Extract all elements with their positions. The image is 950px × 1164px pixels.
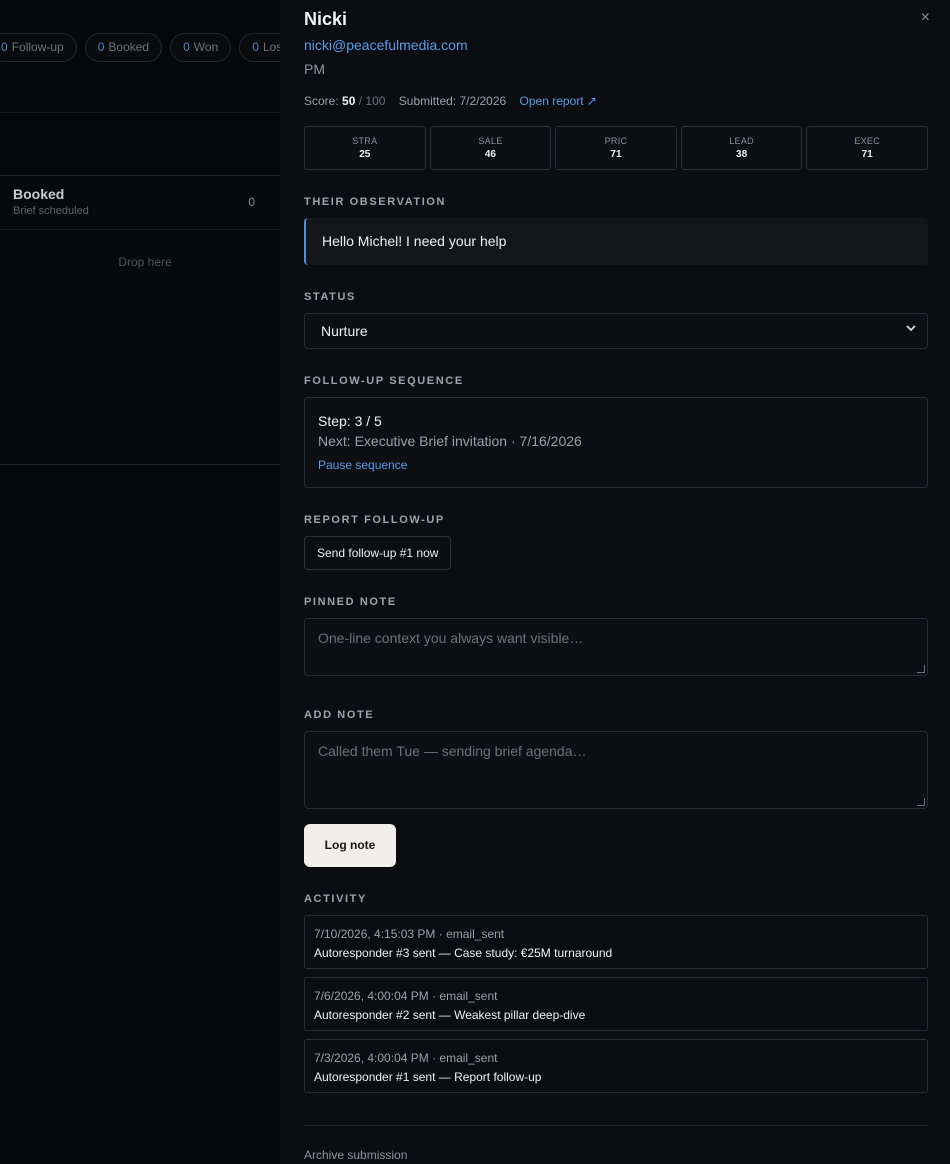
kanban-board: 0 Follow-up 0 Booked 0 Won 0 Los Booked Brie… [0, 0, 280, 1164]
pillar-score-stra: STRA 25 [304, 126, 426, 170]
submitted-date: Submitted: 7/2/2026 [398, 94, 507, 108]
column-header: Booked Brief scheduled 0 [0, 176, 280, 230]
activity-heading: ACTIVITY [304, 893, 367, 905]
submission-drawer: × Nicki nicki@peacefulmedia.com PM Score… [280, 0, 950, 1164]
column-count: 0 [248, 195, 255, 209]
pill-lost[interactable]: 0 Los [239, 33, 280, 62]
pill-follow-up[interactable]: 0 Follow-up [0, 33, 77, 62]
sequence-heading: FOLLOW-UP SEQUENCE [304, 375, 464, 387]
observation-heading: THEIR OBSERVATION [304, 196, 447, 208]
pillar-score-exec: EXEC 71 [806, 126, 928, 170]
pillar-scores: STRA 25 SALE 46 PRIC 71 LEAD 38 EXEC 71 [304, 126, 928, 170]
pillar-score-pric: PRIC 71 [555, 126, 677, 170]
status-heading: STATUS [304, 291, 356, 303]
column-subtitle: Brief scheduled [13, 205, 89, 217]
log-note-button[interactable]: Log note [304, 824, 396, 867]
drop-zone[interactable]: Drop here [0, 255, 280, 269]
footer-divider [304, 1125, 928, 1126]
add-note-heading: ADD NOTE [304, 709, 375, 721]
board-divider [0, 112, 280, 113]
observation-text: Hello Michel! I need your help [304, 218, 928, 265]
chevron-down-icon [905, 322, 917, 337]
score-value: 50 [342, 94, 356, 108]
activity-item: 7/10/2026, 4:15:03 PM · email_sent Autor… [304, 915, 928, 969]
column-booked: Booked Brief scheduled 0 Drop here [0, 175, 280, 465]
pill-booked[interactable]: 0 Booked [84, 33, 163, 62]
activity-item: 7/6/2026, 4:00:04 PM · email_sent Autore… [304, 977, 928, 1031]
pillar-score-sale: SALE 46 [429, 126, 552, 170]
resize-grip-icon[interactable] [917, 798, 925, 806]
add-note-input[interactable]: Called them Tue — sending brief agenda… [304, 731, 928, 809]
pinned-note-input[interactable]: One-line context you always want visible… [304, 618, 928, 676]
resize-grip-icon[interactable] [917, 665, 925, 673]
pillar-score-lead: LEAD 38 [680, 126, 803, 170]
stage-filter-pills: 0 Follow-up 0 Booked 0 Won 0 Los [0, 33, 280, 62]
sequence-next: Next: Executive Brief invitation · 7/16/… [318, 433, 582, 449]
open-report-link[interactable]: Open report ↗ [520, 94, 597, 108]
pause-sequence-link[interactable]: Pause sequence [318, 458, 927, 472]
close-icon[interactable]: × [921, 9, 930, 27]
pinned-note-heading: PINNED NOTE [304, 596, 397, 608]
contact-name: Nicki [304, 9, 348, 29]
contact-role: PM [304, 61, 325, 77]
report-followup-heading: REPORT FOLLOW-UP [304, 514, 445, 526]
score-meta: Score: 50 / 100 Submitted: 7/2/2026 Open… [304, 94, 597, 108]
archive-submission-link[interactable]: Archive submission [304, 1148, 407, 1162]
activity-item: 7/3/2026, 4:00:04 PM · email_sent Autore… [304, 1039, 928, 1093]
status-select[interactable]: Nurture [304, 313, 928, 349]
send-followup-button[interactable]: Send follow-up #1 now [304, 536, 452, 570]
sequence-card: Step: 3 / 5 Next: Executive Brief invita… [304, 397, 928, 488]
column-title: Booked [13, 186, 65, 202]
contact-email-link[interactable]: nicki@peacefulmedia.com [304, 37, 468, 53]
pill-won[interactable]: 0 Won [170, 33, 232, 62]
sequence-step: Step: 3 / 5 [318, 413, 382, 429]
